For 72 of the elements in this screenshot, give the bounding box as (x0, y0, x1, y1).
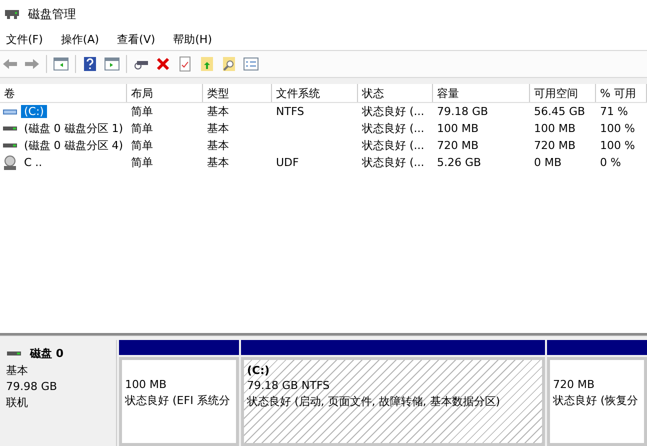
table-cell: 简单 (131, 104, 153, 119)
column-header[interactable]: 状态 (358, 84, 433, 102)
menu-item[interactable]: 操作(A) (56, 32, 104, 46)
help-icon[interactable] (82, 56, 98, 72)
table-cell: 状态良好 (... (362, 138, 424, 153)
checklist-icon[interactable] (243, 56, 259, 72)
menu-item[interactable]: 查看(V) (113, 32, 160, 46)
forward-icon[interactable] (24, 56, 40, 72)
column-header[interactable]: 布局 (127, 84, 203, 102)
column-header[interactable]: 类型 (203, 84, 272, 102)
table-cell: 简单 (131, 121, 153, 136)
table-cell: 基本 (207, 104, 229, 119)
table-cell: 状态良好 (... (362, 104, 424, 119)
disc-drive-icon (2, 154, 18, 170)
column-header[interactable]: % 可用 (596, 84, 647, 102)
disk-status: 联机 (6, 395, 29, 410)
table-cell: 基本 (207, 121, 229, 136)
partition-block[interactable]: 100 MB 状态良好 (EFI 系统分 (119, 357, 239, 446)
folder-up-icon[interactable] (199, 56, 215, 72)
partition-size: 100 MB (125, 378, 168, 391)
disk-type: 基本 (6, 363, 29, 378)
partition-block[interactable]: 720 MB 状态良好 (恢复分 (547, 357, 647, 446)
column-header[interactable]: 卷 (0, 84, 127, 102)
partition-block[interactable]: (C:) 79.18 GB NTFS 状态良好 (启动, 页面文件, 故障转储, 基本数据分区) (241, 357, 545, 446)
folder-search-icon[interactable] (221, 56, 237, 72)
volume-name[interactable]: (磁盘 0 磁盘分区 4) (21, 138, 126, 153)
table-cell: 720 MB (534, 139, 576, 152)
table-cell: 0 % (600, 156, 621, 169)
pane-icon[interactable] (53, 56, 69, 72)
partition-label: (C:) (247, 364, 271, 377)
partition-status: 状态良好 (恢复分 (553, 393, 639, 408)
check-document-icon[interactable] (177, 56, 193, 72)
table-cell: 0 MB (534, 156, 562, 169)
partition-status: 状态良好 (EFI 系统分 (125, 393, 231, 408)
volume-name[interactable]: C .. (21, 156, 46, 169)
table-cell: 79.18 GB (437, 105, 488, 118)
table-cell: NTFS (276, 105, 304, 118)
disk-size: 79.98 GB (6, 380, 58, 393)
drive-icon (2, 143, 18, 148)
table-cell: 56.45 GB (534, 105, 586, 118)
column-header[interactable]: 文件系统 (272, 84, 358, 102)
window-title: 磁盘管理 (28, 6, 76, 22)
volume-name[interactable]: (磁盘 0 磁盘分区 1) (21, 121, 126, 136)
partition-status: 状态良好 (启动, 页面文件, 故障转储, 基本数据分区) (247, 394, 502, 409)
table-cell: 简单 (131, 138, 153, 153)
menu-item[interactable]: 文件(F) (2, 32, 47, 46)
drive-icon (2, 108, 18, 114)
table-cell: 状态良好 (... (362, 121, 424, 136)
table-cell: 71 % (600, 105, 628, 118)
table-cell: 720 MB (437, 139, 479, 152)
table-cell: 100 % (600, 122, 635, 135)
drive-icon (6, 351, 22, 356)
delete-icon[interactable] (155, 56, 171, 72)
table-cell: 5.26 GB (437, 156, 482, 169)
table-cell: UDF (276, 156, 299, 169)
menu-item[interactable]: 帮助(H) (169, 32, 216, 46)
disk-name: 磁盘 0 (30, 346, 64, 361)
table-cell: 100 % (600, 139, 635, 152)
pane-icon[interactable] (104, 56, 120, 72)
volume-name[interactable]: (C:) (21, 105, 47, 118)
column-header[interactable]: 容量 (433, 84, 530, 102)
table-cell: 状态良好 (... (362, 155, 424, 170)
column-header[interactable]: 可用空间 (530, 84, 596, 102)
back-icon[interactable] (2, 56, 18, 72)
partition-size: 720 MB (553, 378, 596, 391)
table-cell: 100 MB (437, 122, 479, 135)
drive-icon (2, 126, 18, 131)
table-cell: 简单 (131, 155, 153, 170)
table-cell: 基本 (207, 138, 229, 153)
table-cell: 100 MB (534, 122, 576, 135)
partition-size: 79.18 GB NTFS (247, 379, 331, 392)
table-cell: 基本 (207, 155, 229, 170)
